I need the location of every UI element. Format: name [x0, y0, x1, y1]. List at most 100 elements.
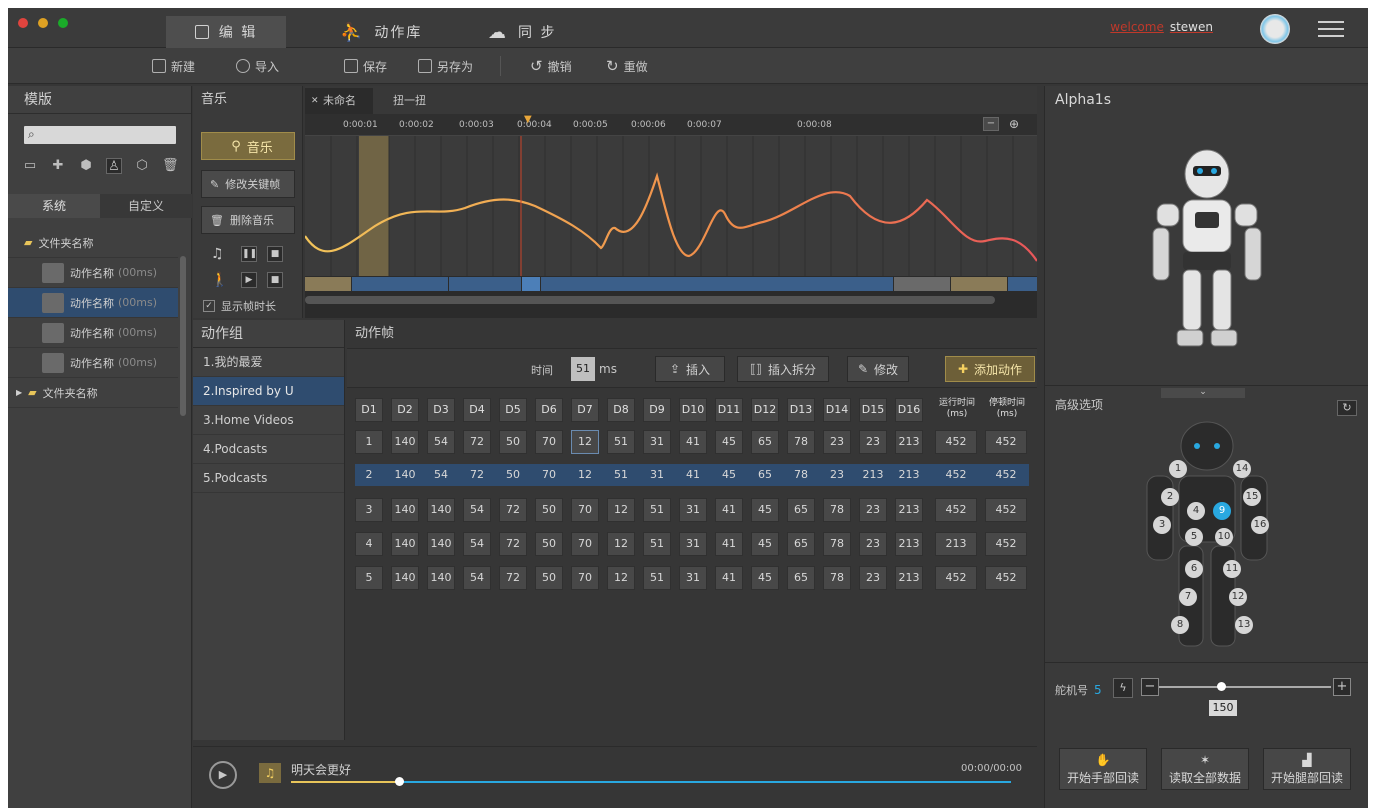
table-cell[interactable]: 213 [895, 566, 923, 590]
table-cell[interactable]: 51 [643, 566, 671, 590]
folder-row[interactable]: ▶ ▰ 文件夹名称 [8, 378, 178, 408]
table-cell[interactable]: 45 [715, 464, 743, 488]
joint-number[interactable]: 8 [1171, 616, 1189, 634]
progress-handle[interactable] [395, 777, 404, 786]
import-button[interactable]: 导入 [236, 57, 279, 75]
table-cell[interactable]: 70 [535, 430, 563, 454]
joint-number[interactable]: 10 [1215, 528, 1233, 546]
table-cell[interactable]: 70 [571, 566, 599, 590]
table-cell[interactable]: 23 [859, 532, 887, 556]
table-cell[interactable]: 65 [787, 566, 815, 590]
run-time-cell[interactable]: 213 [935, 532, 977, 556]
trash-icon[interactable]: 🗑 [162, 158, 179, 174]
table-cell[interactable]: 78 [787, 430, 815, 454]
modify-button[interactable]: ✎ 修改 [847, 356, 909, 382]
joint-number[interactable]: 1 [1169, 460, 1187, 478]
collapse-toggle[interactable]: ⌄ [1161, 388, 1245, 398]
table-cell[interactable]: 31 [679, 566, 707, 590]
table-cell[interactable]: 45 [751, 532, 779, 556]
table-cell[interactable]: 140 [391, 430, 419, 454]
table-cell[interactable]: 23 [823, 430, 851, 454]
stop-button[interactable]: ■ [267, 272, 283, 288]
table-cell[interactable]: 213 [895, 532, 923, 556]
playback-progress[interactable] [291, 777, 1011, 786]
avatar[interactable] [1260, 14, 1290, 44]
table-cell[interactable]: 72 [463, 430, 491, 454]
box-icon[interactable]: ⬡ [134, 158, 150, 174]
stop-time-cell[interactable]: 452 [985, 498, 1027, 522]
list-item[interactable]: 1.我的最爱 [193, 348, 344, 377]
close-window-icon[interactable] [18, 18, 28, 28]
add-action-button[interactable]: ✚ 添加动作 [945, 356, 1035, 382]
table-cell[interactable]: 12 [607, 532, 635, 556]
close-icon[interactable]: ✕ [311, 88, 319, 114]
tab-action-library[interactable]: ⛹ 动作库 [340, 16, 470, 48]
list-item[interactable]: 动作名称 (00ms) [8, 288, 178, 318]
joint-number[interactable]: 11 [1223, 560, 1241, 578]
table-cell[interactable]: 213 [859, 464, 887, 488]
timeline-tab[interactable]: 扭一扭 [375, 88, 443, 114]
table-cell[interactable]: 31 [643, 464, 671, 488]
username[interactable]: stewen [1170, 20, 1213, 34]
angle-slider[interactable] [1159, 682, 1331, 691]
timeline-tab[interactable]: ✕ 未命名 [305, 88, 373, 114]
joint-number[interactable]: 12 [1229, 588, 1247, 606]
run-time-cell[interactable]: 452 [935, 498, 977, 522]
undo-button[interactable]: ↺ 撤销 [530, 57, 572, 75]
table-cell[interactable]: 140 [391, 498, 419, 522]
table-cell[interactable]: 65 [787, 532, 815, 556]
table-cell[interactable]: 45 [715, 430, 743, 454]
add-icon[interactable]: ✚ [50, 158, 66, 174]
save-button[interactable]: 保存 [344, 57, 387, 75]
playhead-marker-icon[interactable]: ▼ [524, 114, 532, 125]
edit-keyframe-button[interactable]: ✎ 修改关键帧 [201, 170, 295, 198]
template-search-input[interactable]: ⌕ [24, 126, 176, 144]
music-button[interactable]: ⚲ 音乐 [201, 132, 295, 160]
table-cell[interactable]: 50 [535, 532, 563, 556]
table-cell[interactable]: 65 [751, 430, 779, 454]
table-cell[interactable]: 31 [643, 430, 671, 454]
table-cell[interactable]: 140 [427, 532, 455, 556]
table-cell[interactable]: 12 [571, 430, 599, 454]
increase-button[interactable]: + [1333, 678, 1351, 696]
table-cell[interactable]: 23 [859, 566, 887, 590]
decrease-button[interactable]: − [1141, 678, 1159, 696]
table-cell[interactable]: 72 [463, 464, 491, 488]
table-cell[interactable]: 140 [391, 532, 419, 556]
read-all-button[interactable]: ✶ 读取全部数据 [1161, 748, 1249, 790]
table-cell[interactable]: 140 [391, 464, 419, 488]
table-cell[interactable]: 12 [607, 498, 635, 522]
play-button[interactable]: ▶ [241, 272, 257, 288]
table-cell[interactable]: 72 [499, 498, 527, 522]
maximize-window-icon[interactable] [58, 18, 68, 28]
table-cell[interactable]: 213 [895, 464, 923, 488]
table-cell[interactable]: 50 [499, 430, 527, 454]
list-item[interactable]: 5.Podcasts [193, 464, 344, 493]
play-button[interactable]: ▶ [209, 761, 237, 789]
list-item[interactable]: 动作名称 (00ms) [8, 258, 178, 288]
joint-number[interactable]: 2 [1161, 488, 1179, 506]
table-cell[interactable]: 54 [463, 566, 491, 590]
add-folder-icon[interactable]: ▭ [22, 158, 38, 174]
table-cell[interactable]: 31 [679, 532, 707, 556]
run-time-cell[interactable]: 452 [935, 464, 977, 488]
table-cell[interactable]: 54 [463, 532, 491, 556]
pause-button[interactable]: ❚❚ [241, 246, 257, 262]
row-index[interactable]: 1 [355, 430, 383, 454]
run-time-cell[interactable]: 452 [935, 566, 977, 590]
table-cell[interactable]: 78 [787, 464, 815, 488]
table-cell[interactable]: 31 [679, 498, 707, 522]
slider-handle[interactable] [1217, 682, 1226, 691]
zoom-in-icon[interactable]: ⊕ [1009, 117, 1019, 131]
table-cell[interactable]: 23 [859, 498, 887, 522]
row-index[interactable]: 4 [355, 532, 383, 556]
stop-time-cell[interactable]: 452 [985, 430, 1027, 454]
row-index[interactable]: 3 [355, 498, 383, 522]
robot-figure-icon[interactable]: ♙ [106, 158, 122, 174]
table-cell[interactable]: 70 [571, 532, 599, 556]
joint-number-selected[interactable]: 9 [1213, 502, 1231, 520]
joint-number[interactable]: 15 [1243, 488, 1261, 506]
insert-button[interactable]: ⇪ 插入 [655, 356, 725, 382]
angle-value-input[interactable]: 150 [1209, 700, 1237, 716]
table-cell[interactable]: 51 [607, 464, 635, 488]
